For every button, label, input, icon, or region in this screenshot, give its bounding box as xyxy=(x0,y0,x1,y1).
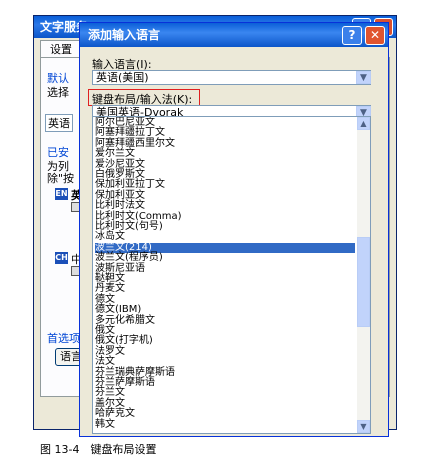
list-item[interactable]: 阿塞拜疆拉丁文 xyxy=(95,128,355,138)
list-scrollbar[interactable]: ▲ ▼ xyxy=(357,117,370,433)
list-item[interactable]: 比利时文(句号) xyxy=(95,222,355,232)
list-item[interactable]: 法罗文 xyxy=(95,346,355,357)
list-item[interactable]: 多元化希腊文 xyxy=(95,315,355,326)
input-language-combo[interactable]: 英语(美国) xyxy=(92,70,371,85)
list-item[interactable]: 冰岛文 xyxy=(95,232,355,242)
list-item[interactable]: 芬兰萨摩斯语 xyxy=(95,378,355,388)
layout-dropdown-list[interactable]: 阿尔巴尼亚文 阿塞拜疆拉丁文 阿塞拜疆西里尔文 爱尔兰文 爱沙尼亚文 白俄罗斯文 保加利亚拉… xyxy=(92,116,371,434)
input-language-value: 英语(美国) xyxy=(96,71,149,84)
list-item[interactable]: 芬兰文 xyxy=(95,388,355,398)
list-item[interactable]: 丹麦文 xyxy=(95,284,355,294)
close-icon[interactable]: ✕ xyxy=(365,26,385,45)
scroll-thumb[interactable] xyxy=(357,237,370,327)
list-item[interactable]: 保加利亚拉丁文 xyxy=(95,180,355,190)
scroll-up-icon[interactable]: ▲ xyxy=(357,117,370,130)
default-language-combo[interactable]: 英语 xyxy=(45,114,73,132)
help-icon[interactable]: ? xyxy=(342,26,362,45)
add-input-language-dialog: 添加输入语言 ? ✕ 输入语言(I): 英语(美国) ▼ 键盘布局/输入法(K)… xyxy=(79,22,389,437)
figure-caption: 图 13-4 键盘布局设置 xyxy=(40,443,157,456)
list-item[interactable]: 鞑靼文 xyxy=(95,274,355,284)
list-item[interactable]: 哈萨克文 xyxy=(95,409,355,419)
list-item[interactable]: 法文 xyxy=(95,357,355,367)
list-item[interactable]: 德文(IBM) xyxy=(95,305,355,315)
dialog-title: 添加输入语言 xyxy=(88,28,161,42)
scroll-down-icon[interactable]: ▼ xyxy=(357,420,370,433)
dialog-titlebar: 添加输入语言 ? ✕ xyxy=(80,23,388,47)
ch-badge-icon: CH xyxy=(55,252,68,264)
en-badge-icon: EN xyxy=(55,188,68,200)
list-item[interactable]: 比利时法文 xyxy=(95,201,355,211)
list-item[interactable]: 俄文(打字机) xyxy=(95,336,355,346)
default-select-text: 选择 xyxy=(47,86,69,99)
list-item[interactable]: 波兰文(程序员) xyxy=(95,253,355,263)
list-item[interactable]: 韩文 xyxy=(95,419,355,430)
chevron-down-icon[interactable]: ▼ xyxy=(356,71,371,84)
installed-desc-2: 除"按 xyxy=(47,172,75,185)
list-item[interactable]: 爱尔兰文 xyxy=(95,149,355,159)
prefs-group-label: 首选项 xyxy=(47,332,80,345)
list-item[interactable]: 波斯尼亚语 xyxy=(95,263,355,274)
